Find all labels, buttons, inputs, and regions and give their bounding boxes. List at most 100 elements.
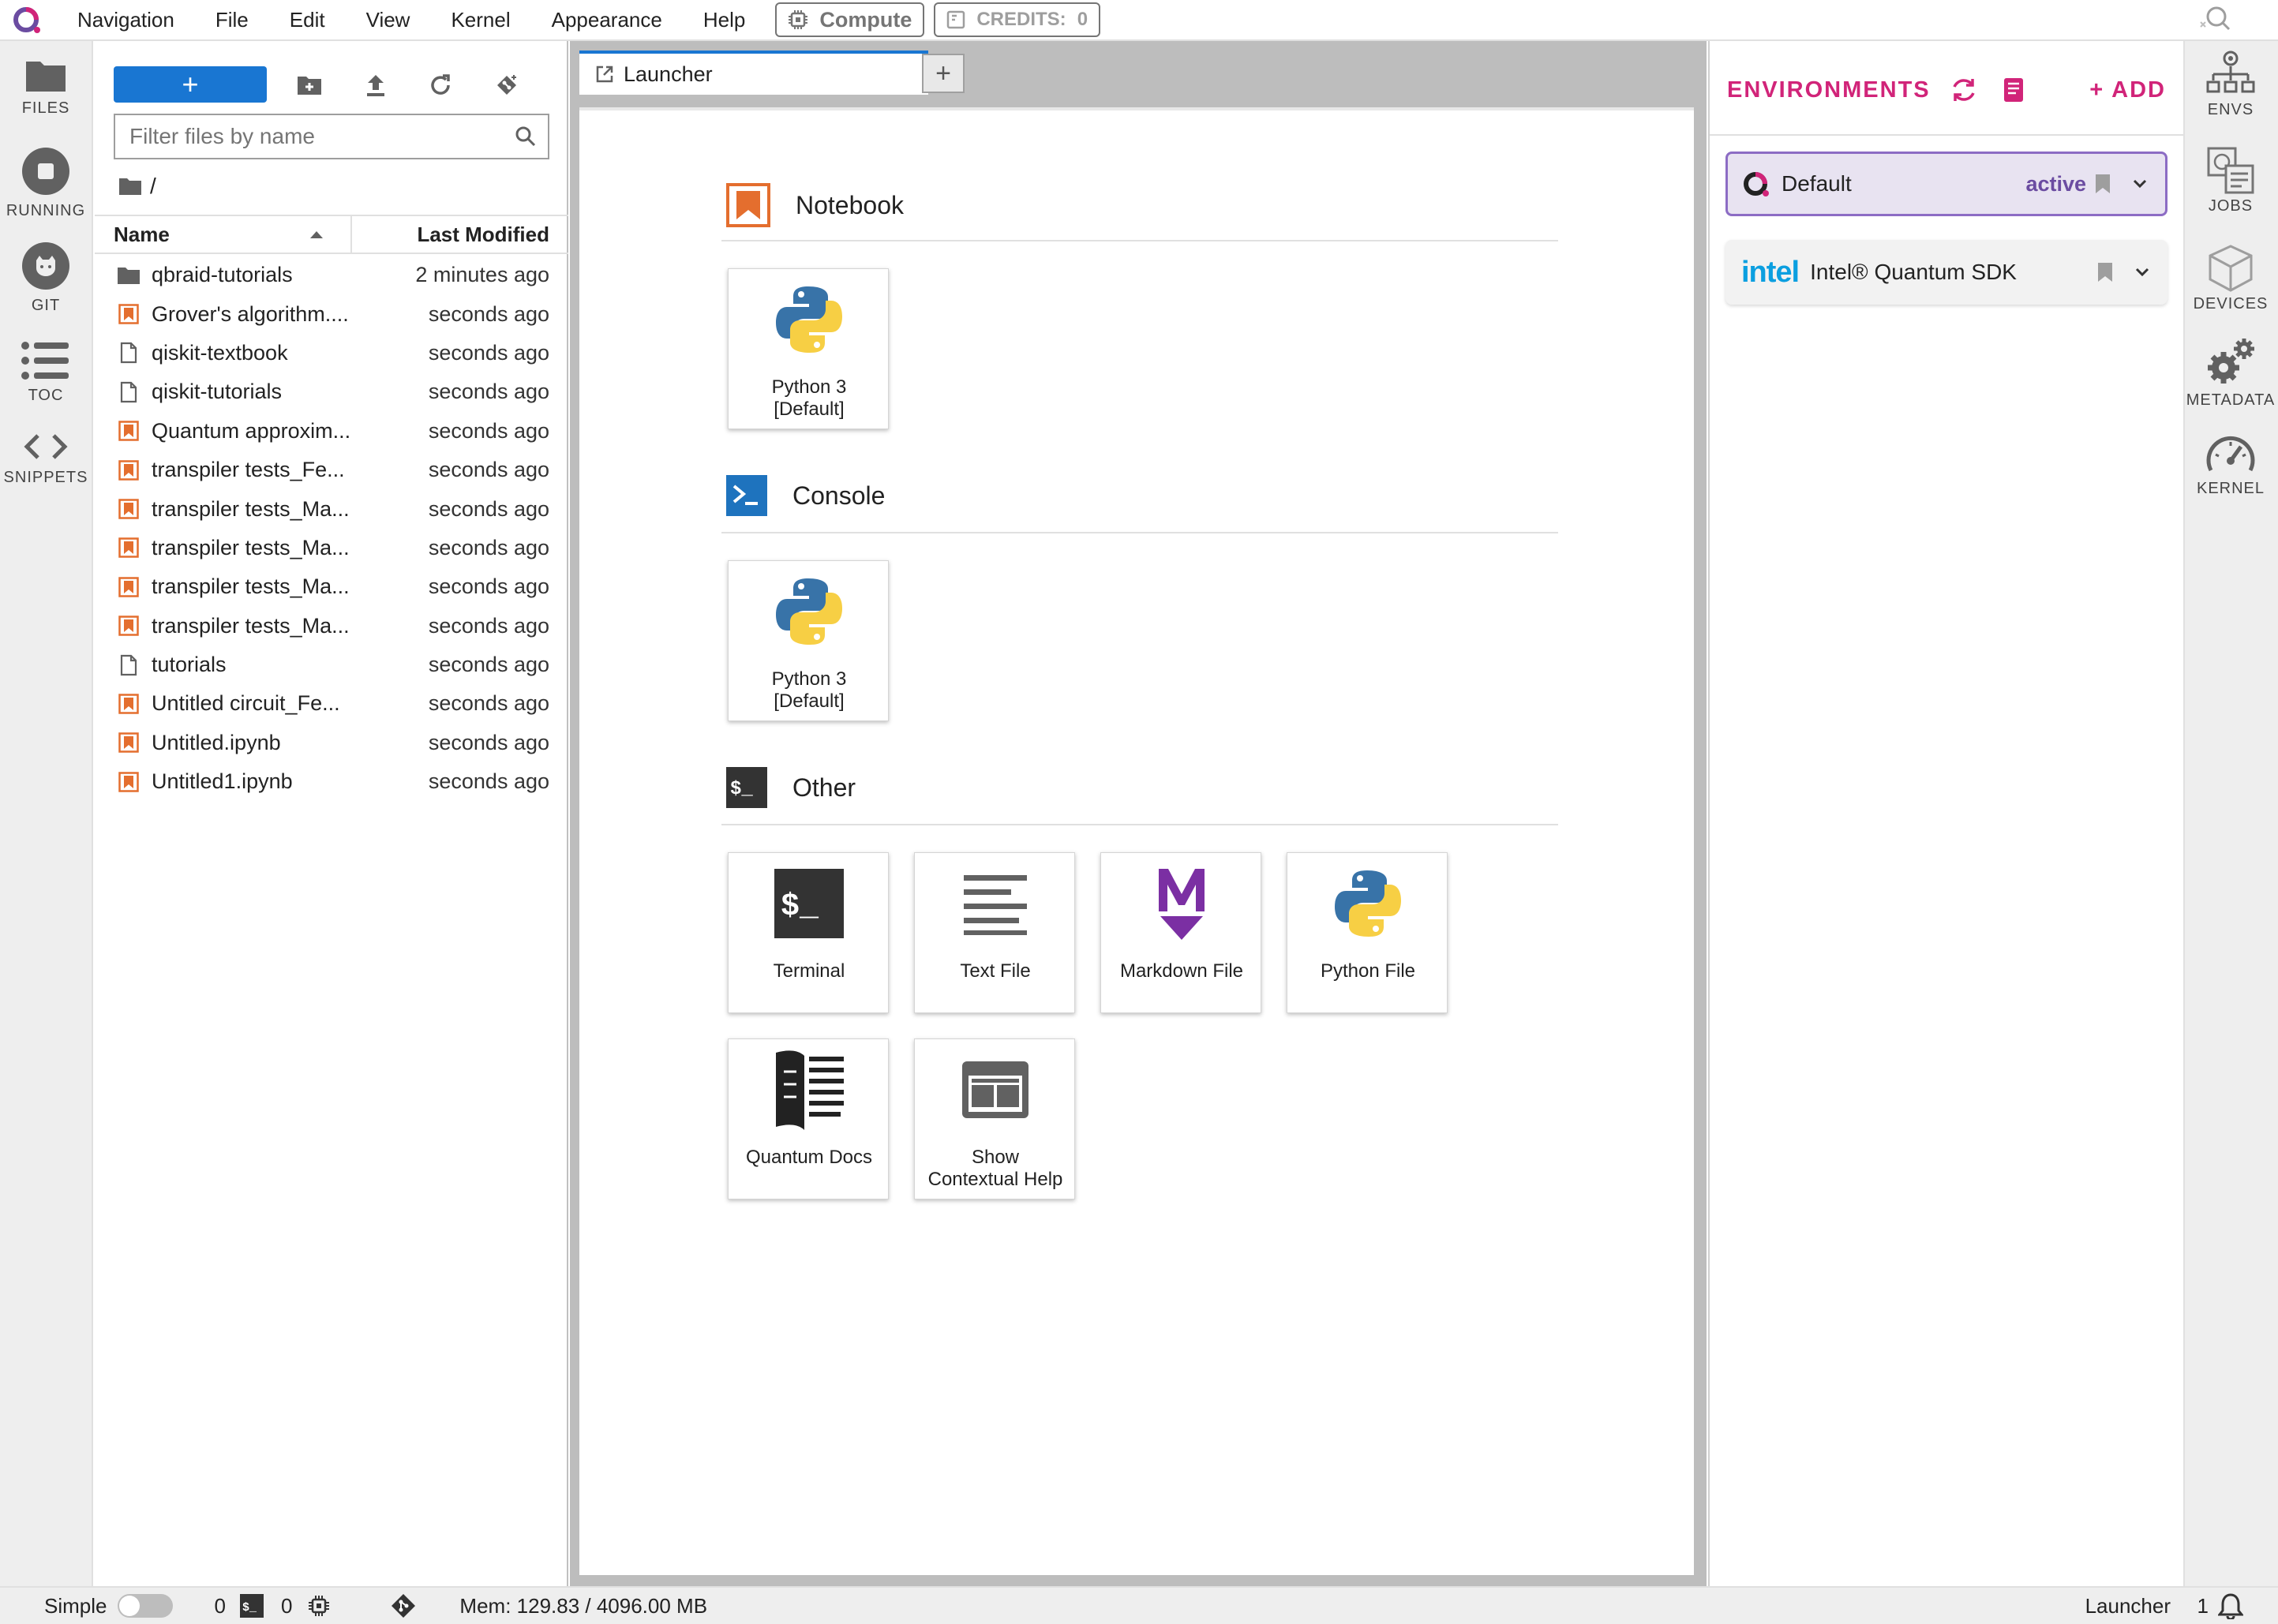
sidebar-tab-envs-label: ENVS	[2207, 101, 2254, 118]
sidebar-tab-jobs[interactable]: JOBS	[2185, 145, 2276, 215]
file-row[interactable]: tutorials seconds ago	[95, 645, 568, 684]
filter-files-input[interactable]	[115, 124, 494, 149]
file-name: qiskit-textbook	[152, 340, 288, 365]
file-row[interactable]: Untitled.ipynb seconds ago	[95, 724, 568, 762]
quantum-docs-card[interactable]: Quantum Docs	[728, 1038, 889, 1199]
git-status-icon[interactable]	[390, 1592, 417, 1619]
launcher-panel: Notebook Python 3 [Default] Console Pyth…	[579, 95, 1694, 1575]
environments-title: ENVIRONMENTS	[1727, 77, 1931, 103]
menu-navigation[interactable]: Navigation	[57, 0, 195, 40]
breadcrumb-folder-icon[interactable]	[118, 177, 142, 196]
file-row[interactable]: Untitled1.ipynb seconds ago	[95, 762, 568, 801]
compute-button[interactable]: Compute	[775, 2, 925, 37]
card-label-line2: [Default]	[774, 690, 845, 712]
menu-help[interactable]: Help	[683, 0, 766, 40]
sidebar-tab-snippets[interactable]: SNIPPETS	[0, 431, 92, 487]
gauge-icon	[2206, 436, 2255, 472]
file-row[interactable]: Quantum approxim... seconds ago	[95, 412, 568, 451]
file-name: transpiler tests_Ma...	[152, 574, 349, 599]
command-search-icon[interactable]	[2199, 5, 2231, 36]
environment-docs-icon[interactable]	[2002, 77, 2025, 103]
file-modified: seconds ago	[428, 496, 549, 521]
bookmark-icon[interactable]	[2094, 173, 2111, 195]
environment-intel-quantum-sdk[interactable]: intel Intel® Quantum SDK	[1725, 240, 2167, 305]
menu-appearance[interactable]: Appearance	[531, 0, 683, 40]
file-list: qbraid-tutorials 2 minutes ago Grover's al…	[95, 256, 568, 801]
file-row[interactable]: transpiler tests_Ma... seconds ago	[95, 607, 568, 645]
column-modified-header[interactable]: Last Modified	[352, 223, 568, 247]
git-clone-button[interactable]	[491, 69, 523, 101]
qbraid-logo-icon[interactable]	[13, 6, 41, 34]
file-row[interactable]: qiskit-tutorials seconds ago	[95, 372, 568, 411]
file-modified: seconds ago	[428, 730, 549, 754]
terminals-count[interactable]: 0	[214, 1594, 225, 1618]
sidebar-tab-git[interactable]: GIT	[0, 241, 92, 315]
kernel-chip-icon	[309, 1596, 330, 1616]
file-row[interactable]: transpiler tests_Ma... seconds ago	[95, 489, 568, 528]
terminal-card[interactable]: $_ Terminal	[728, 852, 889, 1013]
file-row[interactable]: transpiler tests_Ma... seconds ago	[95, 567, 568, 606]
sidebar-tab-metadata[interactable]: METADATA	[2185, 335, 2276, 410]
new-folder-button[interactable]	[294, 69, 325, 101]
environment-default[interactable]: Default active	[1725, 152, 2167, 216]
contextual-help-card[interactable]: Show Contextual Help	[914, 1038, 1075, 1199]
sidebar-tab-kernel-label: KERNEL	[2196, 480, 2265, 497]
environments-panel: ENVIRONMENTS + ADD Default active intel	[1708, 41, 2183, 1586]
file-row[interactable]: qiskit-textbook seconds ago	[95, 334, 568, 372]
console-python3-card[interactable]: Python 3 [Default]	[728, 560, 889, 721]
file-browser-toolbar: +	[95, 54, 568, 103]
sidebar-tab-files[interactable]: FILES	[0, 57, 92, 118]
file-row[interactable]: Untitled circuit_Fe... seconds ago	[95, 684, 568, 723]
terminal-section-icon: $_	[726, 767, 767, 808]
python-file-card[interactable]: Python File	[1287, 852, 1448, 1013]
sidebar-tab-devices[interactable]: DEVICES	[2185, 243, 2276, 313]
section-notebook-title: Notebook	[796, 190, 904, 219]
simple-mode-toggle[interactable]	[118, 1594, 174, 1618]
sidebar-tab-running[interactable]: RUNNING	[0, 147, 92, 220]
notebook-python3-card[interactable]: Python 3 [Default]	[728, 268, 889, 429]
sidebar-tab-kernel[interactable]: KERNEL	[2185, 431, 2276, 498]
file-name: transpiler tests_Ma...	[152, 613, 349, 638]
menu-edit[interactable]: Edit	[269, 0, 346, 40]
simple-mode-label: Simple	[44, 1593, 107, 1618]
upload-button[interactable]	[360, 69, 392, 101]
file-icon	[117, 654, 141, 676]
environment-intel-name: Intel® Quantum SDK	[1810, 260, 2017, 284]
notifications-count[interactable]: 1	[2197, 1594, 2209, 1618]
tab-launcher[interactable]: Launcher	[579, 51, 928, 95]
notebook-file-icon	[117, 732, 141, 754]
credits-button[interactable]: CREDITS: 0	[934, 2, 1101, 37]
menu-view[interactable]: View	[346, 0, 431, 40]
file-browser-panel: + Filter files by name / Name Last Modif…	[95, 41, 568, 1586]
bookmark-icon[interactable]	[2096, 261, 2114, 283]
column-name-header[interactable]: Name	[95, 216, 352, 253]
sidebar-tab-toc[interactable]: TOC	[0, 341, 92, 405]
file-row[interactable]: transpiler tests_Fe... seconds ago	[95, 451, 568, 489]
file-row[interactable]: Grover's algorithm.... seconds ago	[95, 294, 568, 333]
file-row[interactable]: qbraid-tutorials 2 minutes ago	[95, 256, 568, 294]
chevron-down-icon[interactable]	[2132, 178, 2148, 189]
python-logo-icon	[770, 280, 849, 359]
file-modified: seconds ago	[428, 613, 549, 638]
refresh-icon	[431, 74, 450, 95]
text-file-card[interactable]: Text File	[914, 852, 1075, 1013]
add-tab-button[interactable]: +	[922, 54, 965, 93]
file-modified: seconds ago	[428, 653, 549, 677]
chevron-down-icon[interactable]	[2134, 267, 2150, 278]
markdown-file-card[interactable]: Markdown File	[1100, 852, 1261, 1013]
breadcrumb-root[interactable]: /	[150, 174, 156, 199]
refresh-button[interactable]	[425, 69, 456, 101]
kernels-count[interactable]: 0	[281, 1594, 292, 1618]
file-modified: seconds ago	[428, 535, 549, 559]
new-launcher-button[interactable]: +	[114, 66, 267, 103]
sidebar-tab-envs[interactable]: ENVS	[2185, 49, 2276, 119]
bell-icon[interactable]	[2218, 1592, 2243, 1619]
left-activity-bar: FILES RUNNING GIT TOC SNIPPETS	[0, 41, 93, 1586]
file-name: tutorials	[152, 653, 227, 677]
file-row[interactable]: transpiler tests_Ma... seconds ago	[95, 529, 568, 567]
section-other-title: Other	[792, 773, 856, 802]
add-environment-button[interactable]: + ADD	[2089, 77, 2166, 103]
refresh-environments-icon[interactable]	[1948, 74, 1980, 106]
menu-file[interactable]: File	[195, 0, 269, 40]
menu-kernel[interactable]: Kernel	[430, 0, 530, 40]
